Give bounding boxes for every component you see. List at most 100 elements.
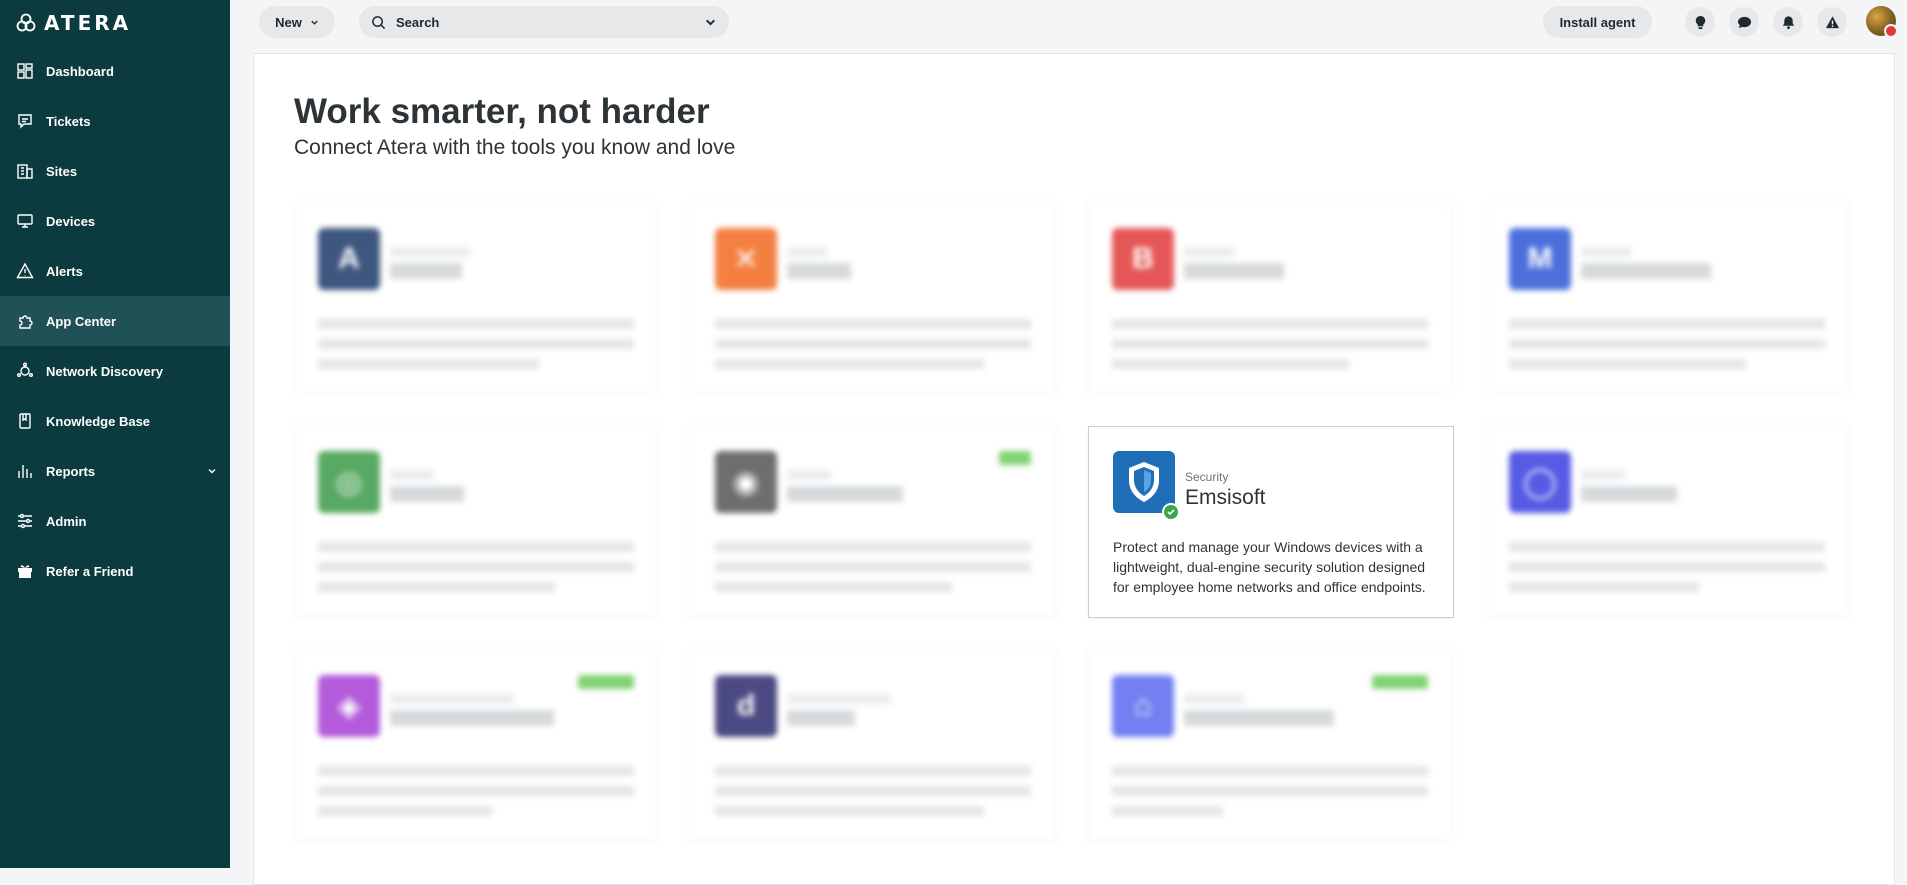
atera-logo-mark-icon — [16, 13, 36, 32]
sidebar-item-label: Admin — [46, 513, 87, 529]
tickets-icon — [18, 114, 32, 129]
placeholder-bar — [1184, 263, 1284, 279]
placeholder-bar — [390, 486, 464, 502]
app-card-blurred[interactable]: M — [1484, 203, 1850, 395]
sidebar: ATERA Dashboard Tickets Sites Devices Al… — [0, 0, 230, 868]
shield-icon — [1129, 462, 1159, 502]
placeholder-bar — [1184, 694, 1244, 704]
app-card-blurred[interactable]: ◉ — [690, 426, 1056, 618]
main-panel: Work smarter, not harder Connect Atera w… — [253, 53, 1895, 885]
placeholder-bar — [390, 710, 554, 726]
app-card-blurred[interactable]: ◯ — [1484, 426, 1850, 618]
sidebar-item-label: Tickets — [46, 113, 91, 129]
app-logo-icon: M — [1509, 228, 1571, 290]
placeholder-text — [715, 761, 1031, 826]
placeholder-bar — [787, 263, 851, 279]
placeholder-bar — [1581, 470, 1625, 480]
user-avatar[interactable] — [1866, 6, 1898, 38]
sidebar-item-label: Devices — [46, 213, 96, 229]
sidebar-item-knowledge-base[interactable]: Knowledge Base — [0, 396, 230, 446]
sidebar-item-label: Sites — [46, 163, 78, 179]
sidebar-item-tickets[interactable]: Tickets — [0, 96, 230, 146]
status-dot — [1884, 24, 1898, 38]
placeholder-bar — [1581, 486, 1677, 502]
sidebar-nav: Dashboard Tickets Sites Devices Alerts A… — [0, 46, 230, 596]
app-name: Emsisoft — [1185, 486, 1266, 509]
app-logo-icon: ◎ — [318, 451, 380, 513]
sidebar-item-reports[interactable]: Reports — [0, 446, 230, 496]
chevron-down-icon[interactable] — [206, 465, 218, 477]
app-card-blurred[interactable]: ⌂ — [1087, 650, 1453, 842]
app-card-emsisoft[interactable]: Security Emsisoft Protect and manage you… — [1088, 426, 1454, 618]
placeholder-text — [1509, 537, 1825, 602]
chat-icon — [1737, 16, 1751, 28]
bell-icon — [1782, 15, 1794, 29]
app-logo-icon: A — [318, 228, 380, 290]
chat-button[interactable] — [1729, 7, 1759, 37]
search-bar[interactable] — [359, 6, 729, 38]
placeholder-bar — [390, 263, 462, 279]
badge — [1372, 675, 1428, 689]
placeholder-bar — [1184, 247, 1234, 257]
placeholder-text — [715, 314, 1031, 379]
app-logo-icon: ✕ — [715, 228, 777, 290]
placeholder-bar — [1184, 710, 1334, 726]
new-button-label: New — [275, 14, 302, 30]
app-logo-icon: ⌂ — [1112, 675, 1174, 737]
sidebar-item-alerts[interactable]: Alerts — [0, 246, 230, 296]
badge — [578, 675, 634, 689]
chevron-down-icon[interactable] — [704, 16, 717, 29]
sidebar-item-refer-a-friend[interactable]: Refer a Friend — [0, 546, 230, 596]
sidebar-item-label: Knowledge Base — [46, 413, 151, 429]
placeholder-bar — [787, 470, 831, 480]
gift-icon — [18, 565, 32, 578]
atera-logo[interactable]: ATERA — [16, 11, 132, 35]
app-card-blurred[interactable]: ◎ — [293, 426, 659, 618]
network-discovery-icon — [17, 362, 33, 377]
placeholder-text — [1509, 314, 1825, 379]
installed-check-icon — [1162, 503, 1180, 521]
logo-text: ATERA — [44, 11, 132, 35]
app-category: Security — [1185, 470, 1229, 484]
sidebar-item-app-center[interactable]: App Center — [0, 296, 230, 346]
app-logo-icon: ◯ — [1509, 451, 1571, 513]
new-button[interactable]: New — [259, 6, 335, 38]
placeholder-bar — [390, 694, 514, 704]
sidebar-item-dashboard[interactable]: Dashboard — [0, 46, 230, 96]
warning-icon — [1825, 15, 1839, 28]
app-logo-icon: d — [715, 675, 777, 737]
notifications-button[interactable] — [1773, 7, 1803, 37]
placeholder-bar — [787, 247, 827, 257]
lightbulb-icon — [1695, 15, 1705, 29]
sidebar-item-label: Dashboard — [46, 63, 114, 79]
install-agent-button[interactable]: Install agent — [1543, 6, 1652, 38]
sidebar-item-admin[interactable]: Admin — [0, 496, 230, 546]
lightbulb-button[interactable] — [1685, 7, 1715, 37]
placeholder-bar — [787, 486, 903, 502]
sidebar-item-sites[interactable]: Sites — [0, 146, 230, 196]
search-icon — [372, 15, 386, 29]
admin-icon — [18, 513, 32, 529]
placeholder-bar — [390, 470, 434, 480]
placeholder-bar — [390, 247, 470, 257]
sidebar-item-devices[interactable]: Devices — [0, 196, 230, 246]
badge — [999, 451, 1031, 465]
placeholder-text — [318, 314, 634, 379]
app-card-blurred[interactable]: d — [690, 650, 1056, 842]
app-card-blurred[interactable]: B — [1087, 203, 1453, 395]
sidebar-item-label: Reports — [46, 463, 96, 479]
app-card-blurred[interactable]: ◈ — [293, 650, 659, 842]
page-subtitle: Connect Atera with the tools you know an… — [294, 136, 736, 159]
reports-icon — [18, 465, 32, 478]
placeholder-bar — [1581, 263, 1711, 279]
knowledge-base-icon — [19, 413, 31, 429]
search-input[interactable] — [394, 13, 704, 31]
placeholder-bar — [1581, 247, 1631, 257]
app-card-blurred[interactable]: ✕ — [690, 203, 1056, 395]
sidebar-item-network-discovery[interactable]: Network Discovery — [0, 346, 230, 396]
dashboard-icon — [17, 63, 33, 79]
placeholder-text — [1112, 314, 1428, 379]
placeholder-text — [318, 761, 634, 826]
alerts-button[interactable] — [1817, 7, 1847, 37]
app-card-blurred[interactable]: A — [293, 203, 659, 395]
